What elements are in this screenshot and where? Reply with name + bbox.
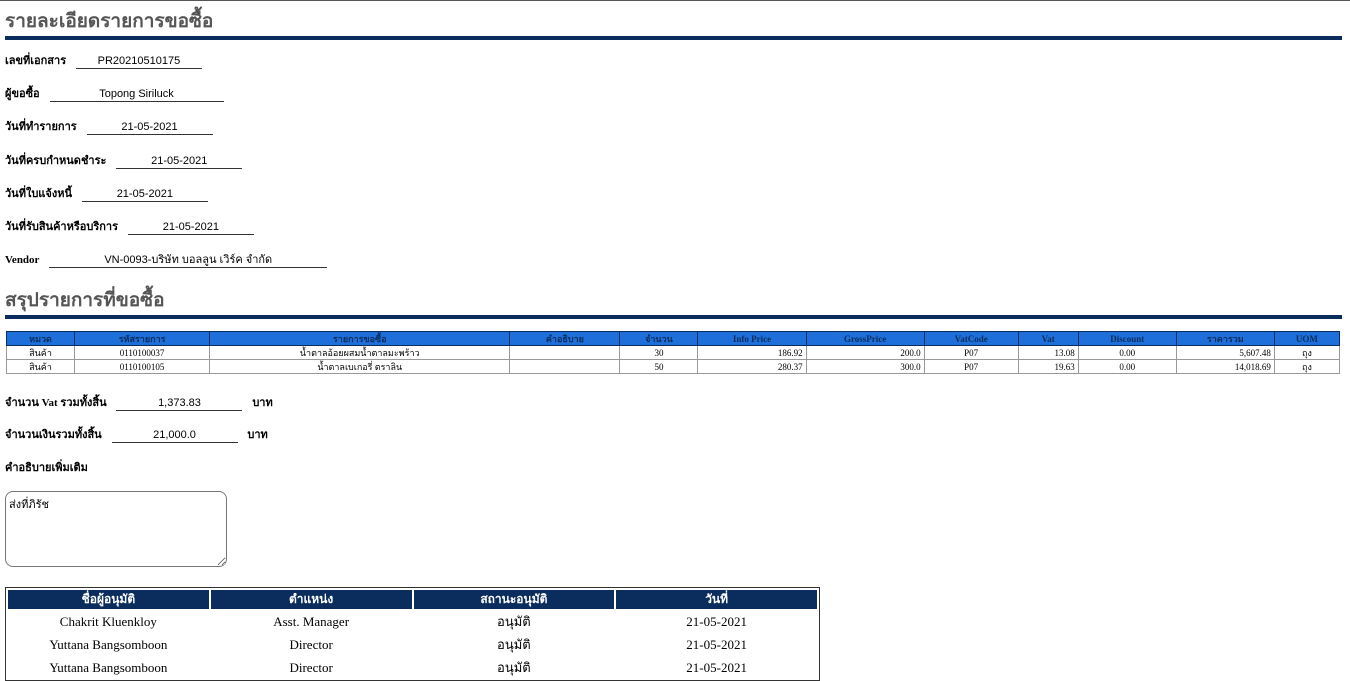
amount-total-field: จำนวนเงินรวมทั้งสิ้น 21,000.0 บาท [5, 428, 268, 443]
amount-total-value: 21,000.0 [111, 428, 238, 443]
invoice-date-value: 21-05-2021 [81, 187, 208, 202]
receive-date-label: วันที่รับสินค้าหรือบริการ [5, 220, 119, 233]
items-table: หมวด รหัสรายการ รายการขอซื้อ คำอธิบาย จำ… [5, 331, 1341, 374]
summary-title: สรุปรายการที่ขอซื้อ [5, 288, 1342, 319]
vat-total-value: 1,373.83 [116, 396, 243, 411]
col-vat-code: VatCode [923, 331, 1019, 346]
cell-uom: ถุง [1273, 345, 1341, 360]
vat-total-unit: บาท [252, 397, 273, 409]
receive-date-value: 21-05-2021 [127, 220, 254, 235]
col-discount: Discount [1077, 331, 1177, 346]
col-vat: Vat [1017, 331, 1079, 346]
cell-approval-status: อนุมัติ [497, 637, 531, 652]
cell-approval-date: 21-05-2021 [686, 613, 747, 629]
transaction-date-value: 21-05-2021 [86, 120, 213, 135]
cell-item-name: น้ำตาลอ้อยผสมน้ำตาลมะพร้าว [209, 345, 511, 360]
doc-number-label: เลขที่เอกสาร [5, 54, 67, 67]
due-date-value: 21-05-2021 [116, 154, 243, 169]
col-info-price: Info Price [697, 331, 807, 346]
cell-description [509, 345, 621, 360]
cell-item-name: น้ำตาลเบเกอรี่ ตราลิน [209, 359, 511, 374]
page-title: รายละเอียดรายการขอซื้อ [5, 9, 1342, 40]
cell-discount: 0.00 [1077, 359, 1177, 374]
col-gross-price: GrossPrice [805, 331, 925, 346]
transaction-date-field: วันที่ทำรายการ 21-05-2021 [5, 120, 213, 135]
remarks-label: คำอธิบายเพิ่มเติม [5, 461, 88, 474]
col-total: ราคารวม [1175, 331, 1275, 346]
vendor-value: VN-0093-บริษัท บอลลูน เวิร์ค จำกัด [49, 253, 328, 268]
cell-position: Director [289, 636, 333, 652]
vat-total-label: จำนวน Vat รวมทั้งสิ้น [5, 397, 107, 409]
col-category: หมวด [5, 331, 76, 346]
table-row: สินค้า 0110100105 น้ำตาลเบเกอรี่ ตราลิน … [5, 359, 1341, 374]
doc-number-value: PR20210510175 [75, 54, 202, 69]
cell-position: Asst. Manager [273, 613, 350, 629]
cell-item-code: 0110100105 [74, 359, 211, 374]
cell-total: 5,607.48 [1175, 345, 1275, 360]
col-item-name: รายการขอซื้อ [209, 331, 511, 346]
col-quantity: จำนวน [619, 331, 699, 346]
vendor-label: Vendor [5, 254, 40, 266]
cell-vat-code: P07 [923, 345, 1019, 360]
col-approval-date: วันที่ [616, 590, 817, 609]
col-description: คำอธิบาย [509, 331, 621, 346]
items-header-row: หมวด รหัสรายการ รายการขอซื้อ คำอธิบาย จำ… [5, 331, 1341, 346]
cell-uom: ถุง [1273, 359, 1341, 374]
cell-info-price: 186.92 [697, 345, 807, 360]
cell-quantity: 30 [619, 345, 699, 360]
cell-category: สินค้า [5, 345, 76, 360]
cell-description [509, 359, 621, 374]
transaction-date-label: วันที่ทำรายการ [5, 120, 77, 133]
cell-item-code: 0110100037 [74, 345, 211, 360]
vat-total-field: จำนวน Vat รวมทั้งสิ้น 1,373.83 บาท [5, 396, 273, 411]
cell-gross-price: 300.0 [805, 359, 925, 374]
cell-approval-status: อนุมัติ [497, 614, 531, 629]
vendor-field: Vendor VN-0093-บริษัท บอลลูน เวิร์ค จำกั… [5, 253, 328, 268]
amount-total-unit: บาท [247, 429, 268, 441]
receive-date-field: วันที่รับสินค้าหรือบริการ 21-05-2021 [5, 220, 254, 235]
requester-label: ผู้ขอซื้อ [5, 87, 40, 100]
col-item-code: รหัสรายการ [74, 331, 211, 346]
cell-quantity: 50 [619, 359, 699, 374]
cell-info-price: 280.37 [697, 359, 807, 374]
doc-number-field: เลขที่เอกสาร PR20210510175 [5, 54, 202, 69]
invoice-date-label: วันที่ใบแจ้งหนี้ [5, 187, 72, 200]
requester-value: Topong Siriluck [49, 87, 224, 102]
amount-total-label: จำนวนเงินรวมทั้งสิ้น [5, 428, 102, 441]
col-approver-name: ชื่อผู้อนุมัติ [8, 590, 209, 609]
due-date-field: วันที่ครบกำหนดชำระ 21-05-2021 [5, 154, 243, 169]
cell-total: 14,018.69 [1175, 359, 1275, 374]
cell-approver-name: Yuttana Bangsomboon [49, 636, 168, 652]
table-row: สินค้า 0110100037 น้ำตาลอ้อยผสมน้ำตาลมะพ… [5, 345, 1341, 360]
cell-approval-date: 21-05-2021 [686, 636, 747, 652]
cell-discount: 0.00 [1077, 345, 1177, 360]
cell-vat: 13.08 [1017, 345, 1079, 360]
table-row: Yuttana Bangsomboon Director อนุมัติ 21-… [8, 634, 817, 655]
cell-gross-price: 200.0 [805, 345, 925, 360]
cell-category: สินค้า [5, 359, 76, 374]
approval-header-row: ชื่อผู้อนุมัติ ตำแหน่ง สถานะอนุมัติ วันท… [8, 590, 817, 609]
cell-approver-name: Chakrit Kluenkloy [59, 613, 157, 629]
col-approval-status: สถานะอนุมัติ [413, 590, 615, 609]
requester-field: ผู้ขอซื้อ Topong Siriluck [5, 87, 224, 102]
remarks-textarea[interactable]: ส่งที่ภิรัช [5, 491, 227, 567]
cell-vat: 19.63 [1017, 359, 1079, 374]
col-position: ตำแหน่ง [210, 590, 412, 609]
approval-table: ชื่อผู้อนุมัติ ตำแหน่ง สถานะอนุมัติ วันท… [5, 587, 820, 681]
cell-vat-code: P07 [923, 359, 1019, 374]
col-uom: UOM [1273, 331, 1341, 346]
table-row: Chakrit Kluenkloy Asst. Manager อนุมัติ … [8, 611, 817, 632]
due-date-label: วันที่ครบกำหนดชำระ [5, 154, 107, 167]
invoice-date-field: วันที่ใบแจ้งหนี้ 21-05-2021 [5, 187, 208, 202]
